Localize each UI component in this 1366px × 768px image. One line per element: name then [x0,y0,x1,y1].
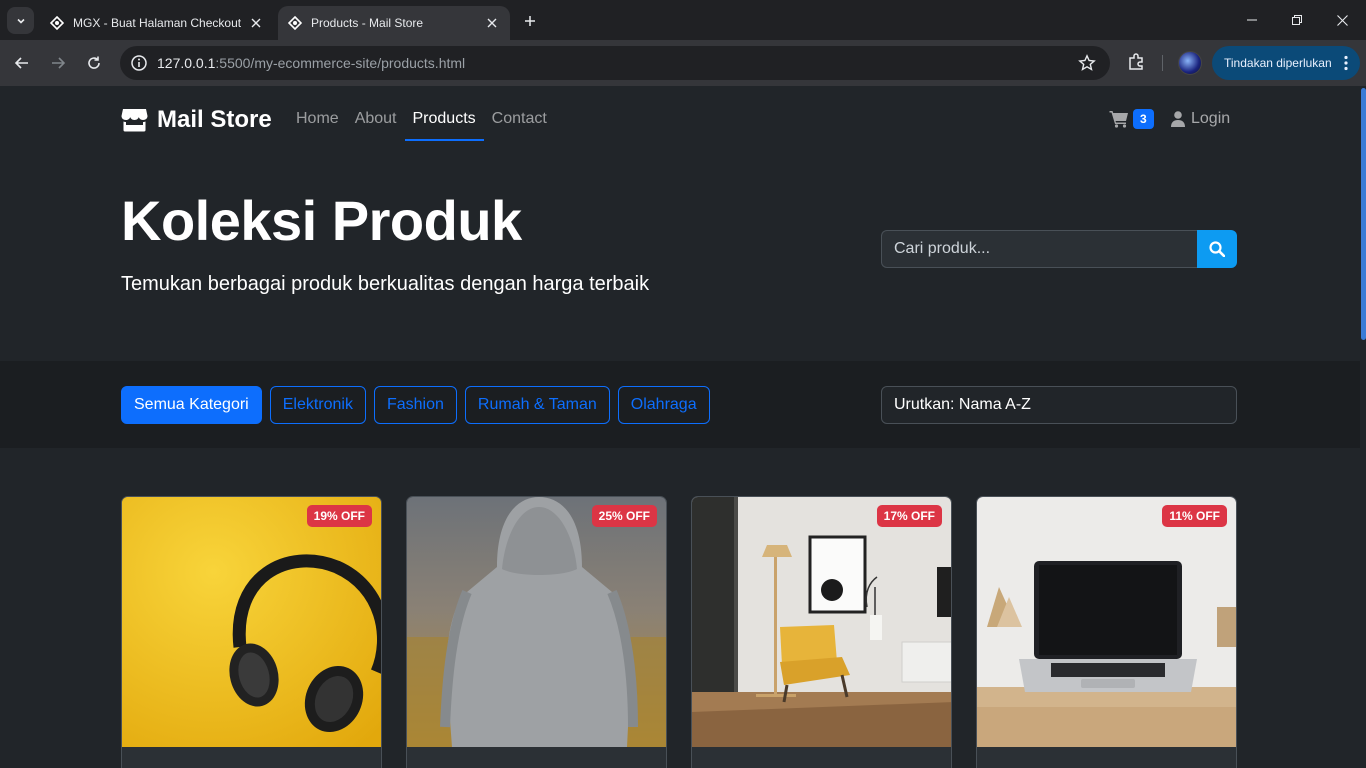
product-card[interactable]: 19% OFF [121,496,382,768]
discount-badge: 19% OFF [306,505,372,527]
search-input[interactable] [881,230,1197,268]
page-title: Koleksi Produk [121,189,522,252]
store-icon [121,109,148,132]
toolbar-divider [1162,55,1163,71]
tab-title: MGX - Buat Halaman Checkout [73,16,242,30]
arrow-left-icon [14,57,28,69]
nav-link-home[interactable]: Home [288,108,347,130]
mgx-favicon-icon [288,16,302,30]
minimize-button[interactable] [1230,6,1274,34]
product-search [881,230,1237,268]
forward-button[interactable] [45,50,71,76]
url-text[interactable]: 127.0.0.1:5500/my-ecommerce-site/product… [157,55,465,71]
scrollbar-thumb[interactable] [1361,88,1366,340]
search-icon [1209,241,1225,257]
nav-links: Home About Products Contact [288,108,555,141]
url-path: :5500/my-ecommerce-site/products.html [215,55,466,71]
cart-count-badge: 3 [1133,109,1154,129]
address-bar[interactable]: 127.0.0.1:5500/my-ecommerce-site/product… [120,46,1110,80]
filter-bar: Semua Kategori Elektronik Fashion Rumah … [0,361,1360,448]
chevron-down-icon [16,18,25,24]
new-tab-button[interactable] [519,10,541,32]
discount-badge: 11% OFF [1162,505,1227,527]
extensions-puzzle-icon[interactable] [1126,52,1146,72]
nav-link-about[interactable]: About [347,108,405,130]
search-button[interactable] [1197,230,1237,268]
bookmark-star-icon[interactable] [1078,54,1096,72]
page-scrollbar[interactable] [1360,86,1366,768]
url-host: 127.0.0.1 [157,55,216,71]
close-tab-icon[interactable] [248,15,264,31]
product-image-headphones[interactable] [122,497,381,747]
cart-button[interactable]: 3 [1109,109,1154,129]
back-button[interactable] [9,50,35,76]
site-info-icon[interactable] [130,54,148,72]
tab-title: Products - Mail Store [311,16,424,30]
page-subtitle: Temukan berbagai produk berkualitas deng… [121,273,650,295]
user-icon [1171,111,1185,127]
product-image-laptop[interactable] [977,497,1236,747]
category-filters: Semua Kategori Elektronik Fashion Rumah … [121,386,718,424]
product-card[interactable]: 11% OFF [976,496,1237,768]
page-viewport: Mail Store Home About Products Contact 3… [0,86,1366,768]
product-image-armchair[interactable] [692,497,951,747]
site-navbar: Mail Store Home About Products Contact 3… [0,86,1360,154]
browser-toolbar: 127.0.0.1:5500/my-ecommerce-site/product… [0,40,1366,86]
product-image-hoodie[interactable] [407,497,666,747]
reload-icon [88,56,100,69]
restore-button[interactable] [1275,6,1319,34]
product-card[interactable]: 17% OFF [691,496,952,768]
category-home-garden-button[interactable]: Rumah & Taman [464,386,610,424]
category-electronics-button[interactable]: Elektronik [269,386,366,424]
login-link[interactable]: Login [1171,110,1230,128]
mgx-favicon-icon [50,16,64,30]
more-vertical-icon [1344,55,1348,71]
brand-logo[interactable]: Mail Store [121,106,272,134]
discount-badge: 25% OFF [591,505,657,527]
browser-tab-products[interactable]: Products - Mail Store [278,6,510,40]
close-window-button[interactable] [1320,6,1364,34]
action-required-button[interactable]: Tindakan diperlukan [1212,46,1360,80]
login-label: Login [1191,110,1231,127]
arrow-right-icon [52,57,66,69]
discount-badge: 17% OFF [876,505,942,527]
plus-icon [525,16,535,26]
minimize-icon [1247,19,1257,21]
category-all-button[interactable]: Semua Kategori [121,386,262,424]
product-grid: 19% OFF 25% OFF 17% OFF 11% OFF [121,496,1261,768]
brand-name: Mail Store [157,106,272,133]
browser-tabbar: MGX - Buat Halaman Checkout Products - M… [0,0,1366,40]
shopping-cart-icon [1109,111,1128,128]
browser-tab-mgx[interactable]: MGX - Buat Halaman Checkout [40,6,274,40]
tab-list-button[interactable] [7,7,34,34]
hero-section: Koleksi Produk Temukan berbagai produk b… [0,154,1360,361]
nav-link-contact[interactable]: Contact [484,108,555,130]
sort-select[interactable]: Urutkan: Nama A-Z [881,386,1237,424]
action-required-label: Tindakan diperlukan [1224,56,1332,70]
reload-button[interactable] [81,50,107,76]
profile-avatar[interactable] [1178,51,1202,75]
product-card[interactable]: 25% OFF [406,496,667,768]
close-tab-icon[interactable] [484,15,500,31]
category-fashion-button[interactable]: Fashion [373,386,457,424]
nav-link-products[interactable]: Products [404,108,484,141]
close-icon [1336,14,1348,26]
restore-icon [1292,15,1302,25]
category-sports-button[interactable]: Olahraga [617,386,710,424]
